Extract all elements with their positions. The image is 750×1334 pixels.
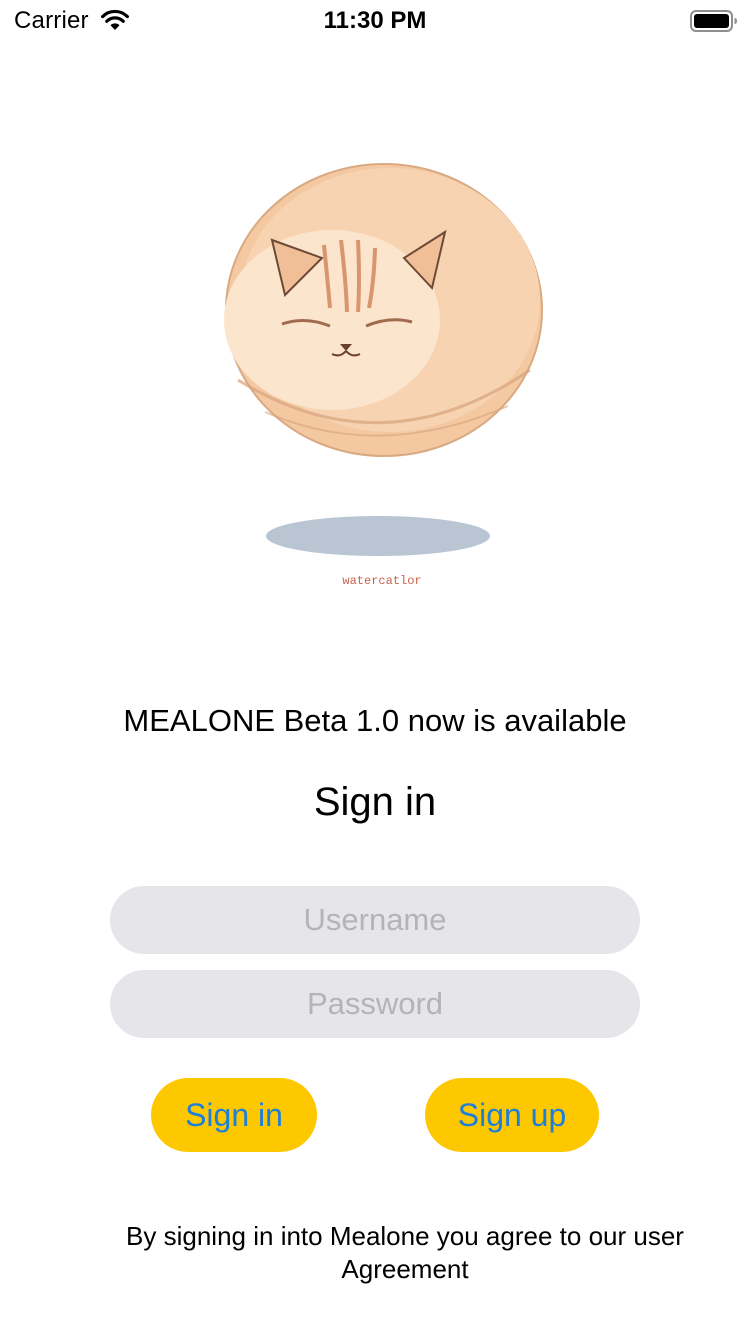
illustration-caption: watercatlor <box>342 574 421 588</box>
status-bar: Carrier 11:30 PM <box>0 0 750 40</box>
battery-icon <box>690 10 737 32</box>
cat-illustration: watercatlor <box>224 163 543 588</box>
page-title: Sign in <box>313 780 437 824</box>
clock: 11:30 PM <box>323 7 427 34</box>
sign-up-button[interactable]: Sign up <box>425 1078 599 1152</box>
headline: MEALONE Beta 1.0 now is available <box>123 703 627 738</box>
password-input[interactable] <box>110 970 640 1038</box>
agreement-text: By signing in into Mealone you agree to … <box>126 1221 684 1284</box>
username-input[interactable] <box>110 886 640 954</box>
sign-in-button[interactable]: Sign in <box>151 1078 317 1152</box>
